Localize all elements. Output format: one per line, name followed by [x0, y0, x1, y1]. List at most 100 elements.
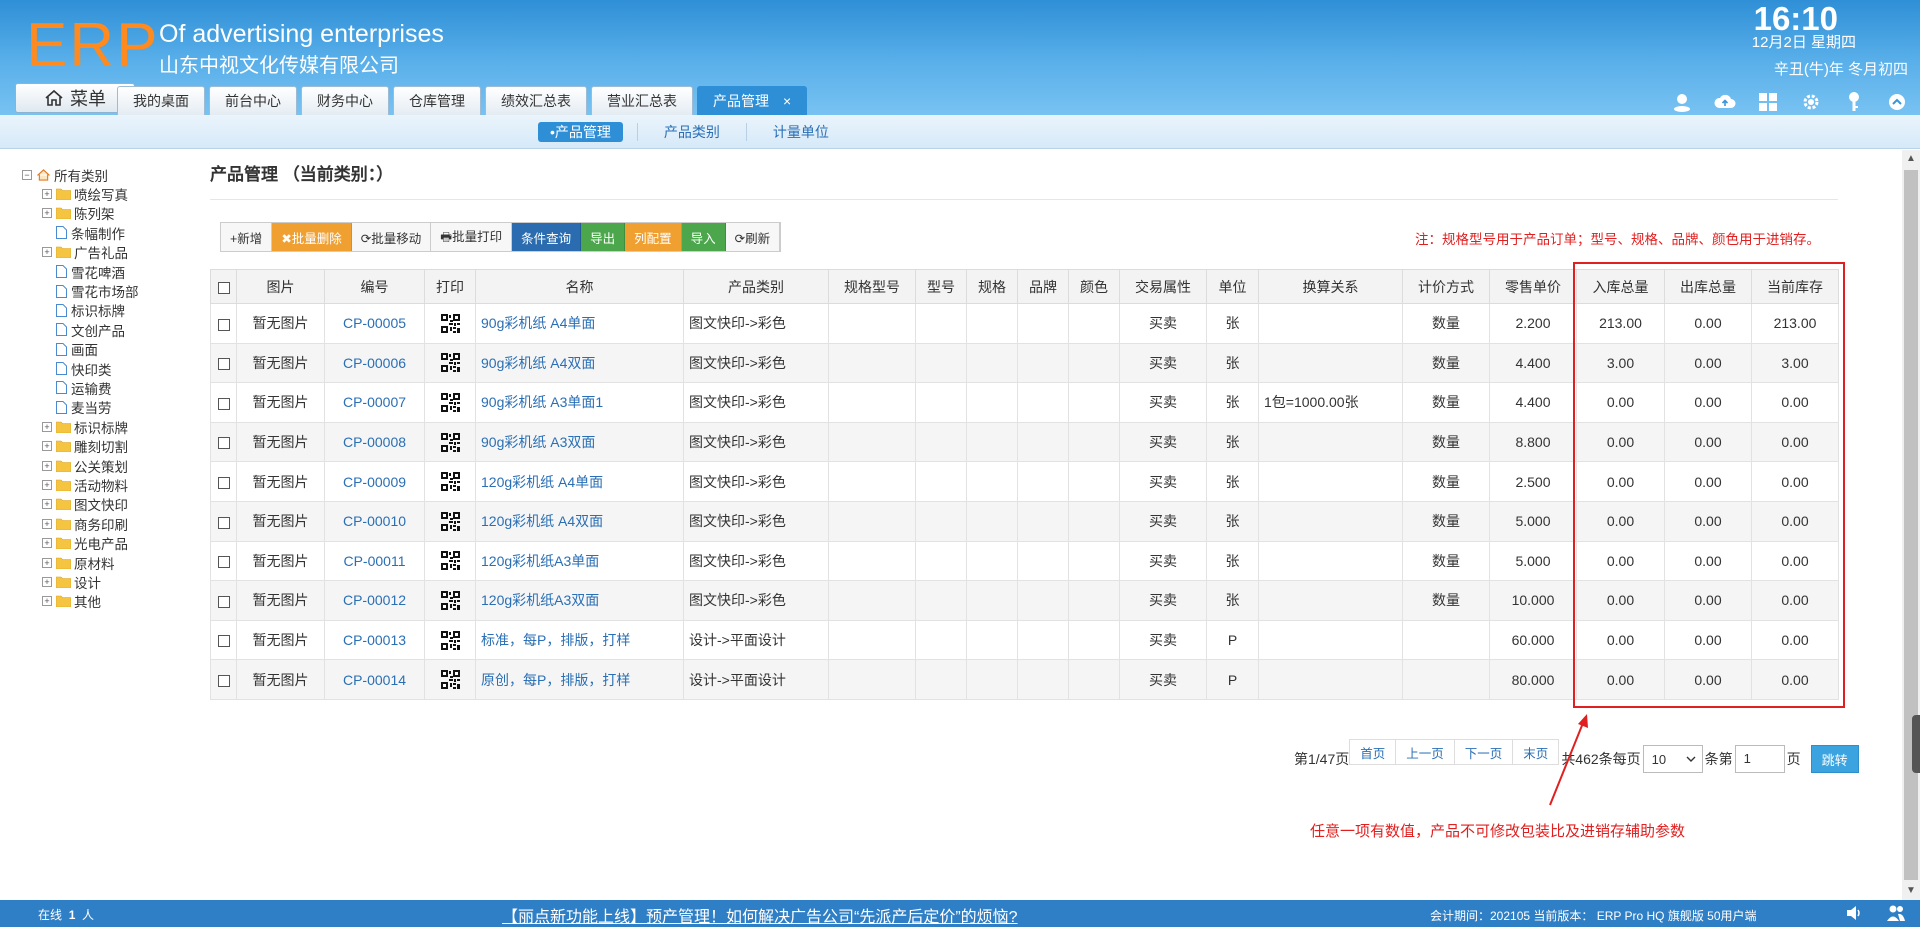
expand-toggle-icon[interactable]: +	[42, 441, 52, 452]
column-header[interactable]: 计价方式	[1402, 269, 1490, 304]
qr-code-icon[interactable]	[440, 511, 460, 531]
tab-close-icon[interactable]: ×	[783, 87, 791, 116]
table-row[interactable]: 暂无图片 CP-00011 120g彩机纸A3单面 图文快印->彩色 买卖张 数量 5.00…	[210, 540, 1839, 582]
tree-item[interactable]: + 喷绘写真	[22, 184, 139, 203]
tree-item[interactable]: 标识标牌	[22, 301, 139, 320]
table-row[interactable]: 暂无图片 CP-00013 标准，每P，排版，打样 设计->平面设计 买卖 P 60.000…	[210, 619, 1839, 661]
page-size-select[interactable]: 10	[1642, 745, 1703, 773]
expand-toggle-icon[interactable]: +	[42, 247, 52, 258]
column-header[interactable]: 交易属性	[1119, 269, 1207, 304]
tree-item[interactable]: 麦当劳	[22, 398, 139, 417]
table-row[interactable]: 暂无图片 CP-00010 120g彩机纸 A4双面 图文快印->彩色 买卖张 数量 5.0…	[210, 500, 1839, 542]
tree-item[interactable]: 快印类	[22, 359, 139, 378]
user-chat-icon[interactable]	[1669, 90, 1695, 114]
column-header[interactable]: 规格型号	[828, 269, 916, 304]
column-header[interactable]: 产品类别	[683, 269, 829, 304]
tree-item[interactable]: + 其他	[22, 592, 139, 611]
row-checkbox[interactable]	[217, 595, 230, 608]
table-row[interactable]: 暂无图片 CP-00012 120g彩机纸A3双面 图文快印->彩色 买卖张 数量 10.0…	[210, 580, 1839, 621]
expand-toggle-icon[interactable]: +	[42, 576, 52, 587]
import-button[interactable]: 导入	[681, 223, 726, 251]
page-number-input[interactable]: 1	[1734, 745, 1785, 773]
row-checkbox[interactable]	[217, 556, 230, 569]
tree-item[interactable]: 条幅制作	[22, 223, 139, 242]
scroll-down-icon[interactable]: ▼	[1906, 886, 1916, 896]
prev-page-button[interactable]: 上一页	[1396, 739, 1455, 765]
column-header[interactable]: 当前库存	[1751, 269, 1839, 304]
tab-performance[interactable]: 绩效汇总表	[485, 86, 587, 115]
tree-root[interactable]: − 所有类别	[22, 165, 139, 184]
add-button[interactable]: +新增	[221, 223, 273, 251]
subnav-product-category[interactable]: 产品类别	[652, 122, 732, 142]
first-page-button[interactable]: 首页	[1349, 739, 1397, 765]
column-header[interactable]: 颜色	[1068, 269, 1120, 304]
product-code-link[interactable]: CP-00009	[324, 461, 425, 502]
column-header[interactable]: 打印	[424, 269, 476, 304]
tab-desktop[interactable]: 我的桌面	[117, 86, 205, 115]
product-name-link[interactable]: 120g彩机纸 A4双面	[475, 500, 684, 542]
refresh-button[interactable]: ⟳刷新	[725, 223, 781, 251]
expand-toggle-icon[interactable]: +	[42, 538, 52, 549]
column-header[interactable]: 入库总量	[1576, 269, 1665, 304]
row-checkbox[interactable]	[217, 476, 230, 489]
product-code-link[interactable]: CP-00013	[324, 619, 425, 661]
product-code-link[interactable]: CP-00006	[324, 342, 425, 384]
batch-delete-button[interactable]: ✖批量删除	[272, 223, 352, 251]
expand-toggle-icon[interactable]: +	[42, 499, 52, 510]
subnav-product-management[interactable]: •产品管理	[538, 122, 623, 142]
table-row[interactable]: 暂无图片 CP-00006 90g彩机纸 A4双面 图文快印->彩色 买卖张 数量 4.40…	[210, 342, 1839, 384]
row-checkbox[interactable]	[217, 318, 230, 331]
product-name-link[interactable]: 90g彩机纸 A4双面	[475, 342, 684, 384]
side-panel-handle[interactable]	[1912, 715, 1920, 773]
tree-item[interactable]: + 图文快印	[22, 495, 139, 514]
expand-toggle-icon[interactable]: +	[42, 460, 52, 471]
tree-item[interactable]: 雪花市场部	[22, 281, 139, 300]
qr-code-icon[interactable]	[440, 630, 460, 650]
tree-item[interactable]: + 活动物料	[22, 475, 139, 494]
column-header[interactable]: 换算关系	[1258, 269, 1403, 304]
tree-item[interactable]: + 光电产品	[22, 533, 139, 552]
tree-item[interactable]: + 广告礼品	[22, 243, 139, 262]
product-code-link[interactable]: CP-00012	[324, 580, 425, 621]
column-header[interactable]: 零售单价	[1489, 269, 1577, 304]
table-row[interactable]: 暂无图片 CP-00007 90g彩机纸 A3单面1 图文快印->彩色 买卖张 1包=10…	[210, 382, 1839, 423]
collapse-toggle-icon[interactable]: −	[22, 169, 32, 180]
news-link[interactable]: 【丽点新功能上线】预产管理！如何解决广告公司“先派产后定价”的烦恼?	[502, 903, 1018, 927]
cloud-upload-icon[interactable]	[1712, 90, 1738, 114]
qr-code-icon[interactable]	[440, 392, 460, 412]
tab-business[interactable]: 营业汇总表	[591, 86, 693, 115]
expand-toggle-icon[interactable]: +	[42, 421, 52, 432]
product-name-link[interactable]: 标准，每P，排版，打样	[475, 619, 684, 661]
tab-warehouse[interactable]: 仓库管理	[393, 86, 481, 115]
tab-finance[interactable]: 财务中心	[301, 86, 389, 115]
column-header[interactable]: 图片	[236, 269, 325, 304]
tab-front-desk[interactable]: 前台中心	[209, 86, 297, 115]
expand-toggle-icon[interactable]: +	[42, 557, 52, 568]
column-config-button[interactable]: 列配置	[625, 223, 682, 251]
row-checkbox[interactable]	[217, 437, 230, 450]
collapse-up-icon[interactable]	[1884, 90, 1910, 114]
column-header[interactable]: 规格	[966, 269, 1018, 304]
gear-icon[interactable]	[1798, 90, 1824, 114]
column-header[interactable]: 型号	[915, 269, 967, 304]
next-page-button[interactable]: 下一页	[1454, 739, 1514, 765]
tree-item[interactable]: 运输费	[22, 378, 139, 397]
product-name-link[interactable]: 90g彩机纸 A3双面	[475, 421, 684, 463]
row-checkbox[interactable]	[217, 516, 230, 529]
tree-item[interactable]: + 设计	[22, 572, 139, 591]
row-checkbox[interactable]	[217, 674, 230, 687]
column-header[interactable]: 品牌	[1017, 269, 1069, 304]
speaker-icon[interactable]	[1844, 903, 1864, 923]
qr-code-icon[interactable]	[440, 670, 460, 690]
table-row[interactable]: 暂无图片 CP-00005 90g彩机纸 A4单面 图文快印->彩色 买卖张 数量 2.20…	[210, 303, 1839, 344]
product-name-link[interactable]: 90g彩机纸 A4单面	[475, 303, 684, 344]
query-button[interactable]: 条件查询	[512, 223, 582, 251]
tree-item[interactable]: + 陈列架	[22, 204, 139, 223]
column-header[interactable]: 单位	[1206, 269, 1259, 304]
qr-code-icon[interactable]	[440, 551, 460, 571]
expand-toggle-icon[interactable]: +	[42, 518, 52, 529]
product-name-link[interactable]: 120g彩机纸A3双面	[475, 580, 684, 621]
apps-grid-icon[interactable]	[1755, 90, 1781, 114]
select-all-checkbox[interactable]	[217, 281, 230, 294]
qr-code-icon[interactable]	[440, 590, 460, 610]
